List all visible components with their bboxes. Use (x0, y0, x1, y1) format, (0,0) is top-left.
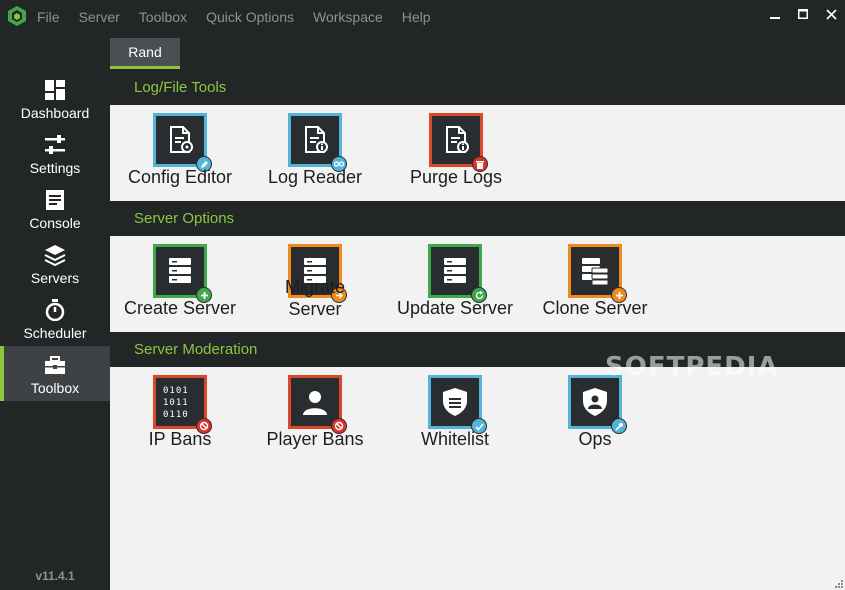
sidebar-item-dashboard[interactable]: Dashboard (0, 71, 110, 126)
binary-row: 0101 (163, 386, 189, 396)
clone-server-icon-box (568, 244, 627, 303)
minimize-icon (770, 17, 780, 19)
ops-icon-box (568, 375, 627, 434)
sidebar-item-label: Dashboard (20, 105, 90, 121)
menu-server[interactable]: Server (79, 9, 120, 25)
toolbox-content: Log/File Tools Config Editor Log Reader … (110, 70, 845, 590)
resize-grip-icon[interactable] (833, 578, 843, 588)
update-server-tile[interactable]: Update Server (385, 236, 525, 328)
menu-file[interactable]: File (37, 9, 60, 25)
sidebar: Dashboard Settings Console Servers Sched… (0, 34, 110, 590)
player-bans-tile[interactable]: Player Bans (245, 367, 385, 459)
tile-label: Ops (578, 429, 612, 449)
sliders-icon (45, 135, 65, 154)
sidebar-item-label: Toolbox (30, 380, 80, 396)
version-label: v11.4.1 (35, 569, 75, 583)
tile-label-line-2: Server (288, 299, 342, 319)
file-gear-icon (170, 126, 193, 153)
sidebar-item-label: Settings (29, 160, 81, 176)
user-icon (303, 391, 327, 415)
watermark-logo: SOFTPEDIA (605, 352, 779, 382)
minimize-button[interactable] (761, 0, 789, 28)
tile-label: Migrate Server (235, 276, 395, 320)
sidebar-item-settings[interactable]: Settings (0, 126, 110, 181)
tile-label: Purge Logs (409, 167, 503, 187)
section-header-server-options: Server Options (110, 201, 845, 236)
menu-help[interactable]: Help (402, 9, 431, 25)
log-reader-tile[interactable]: Log Reader (245, 105, 385, 197)
migrate-server-tile[interactable]: Migrate Server (245, 236, 385, 328)
toolbox-icon (45, 356, 65, 374)
purge-logs-icon-box (429, 113, 488, 172)
menu-quick-options[interactable]: Quick Options (206, 9, 294, 25)
section-header-log-file-tools: Log/File Tools (110, 70, 845, 105)
clone-server-tile[interactable]: Clone Server (525, 236, 665, 328)
maximize-icon (798, 9, 808, 19)
sidebar-item-label: Servers (30, 270, 80, 286)
whitelist-tile[interactable]: Whitelist (385, 367, 525, 459)
sidebar-item-label: Console (29, 215, 81, 231)
binary-row: 1011 (163, 398, 189, 408)
dashboard-icon (45, 80, 65, 100)
create-server-icon-box (153, 244, 212, 303)
app-logo (8, 6, 26, 26)
binary-row: 0110 (163, 410, 189, 420)
binary-icon: 0101 1011 0110 (163, 385, 199, 421)
tile-label-line-1: Migrate (284, 277, 346, 297)
close-icon (825, 8, 837, 20)
purge-logs-tile[interactable]: Purge Logs (386, 105, 526, 197)
file-info-icon (446, 126, 469, 153)
log-reader-icon-box (288, 113, 347, 172)
window-controls (761, 0, 845, 30)
create-server-tile[interactable]: Create Server (110, 236, 250, 328)
player-bans-icon-box (288, 375, 347, 434)
update-server-icon-box (428, 244, 487, 303)
config-editor-tile[interactable]: Config Editor (110, 105, 250, 197)
tile-label: Log Reader (267, 167, 363, 187)
sidebar-item-scheduler[interactable]: Scheduler (0, 291, 110, 346)
maximize-button[interactable] (789, 0, 817, 28)
close-button[interactable] (817, 0, 845, 28)
stopwatch-icon (45, 299, 65, 321)
tile-label: Whitelist (420, 429, 489, 449)
layers-icon (44, 245, 66, 266)
tile-label: Player Bans (266, 429, 364, 449)
tile-label: Update Server (396, 298, 514, 318)
ip-bans-tile[interactable]: 0101 1011 0110 IP Bans (110, 367, 250, 459)
server-icon (169, 258, 191, 283)
shield-user-icon (583, 388, 607, 416)
title-bar: File Server Toolbox Quick Options Worksp… (0, 0, 845, 34)
tab-rand[interactable]: Rand (110, 38, 180, 69)
menu-toolbox[interactable]: Toolbox (139, 9, 187, 25)
server-icon (444, 258, 466, 283)
console-icon (46, 190, 64, 210)
menu-bar: File Server Toolbox Quick Options Worksp… (37, 9, 450, 25)
sidebar-item-console[interactable]: Console (0, 181, 110, 236)
file-info-icon (305, 126, 328, 153)
sidebar-item-toolbox[interactable]: Toolbox (0, 346, 110, 401)
whitelist-icon-box (428, 375, 487, 434)
sidebar-item-servers[interactable]: Servers (0, 236, 110, 291)
tile-label: Clone Server (542, 298, 648, 318)
server-stack-icon (582, 258, 609, 286)
ip-bans-icon-box: 0101 1011 0110 (153, 375, 212, 434)
sidebar-item-label: Scheduler (23, 325, 87, 341)
config-editor-icon-box (153, 113, 212, 172)
shield-list-icon (443, 388, 467, 416)
menu-workspace[interactable]: Workspace (313, 9, 383, 25)
